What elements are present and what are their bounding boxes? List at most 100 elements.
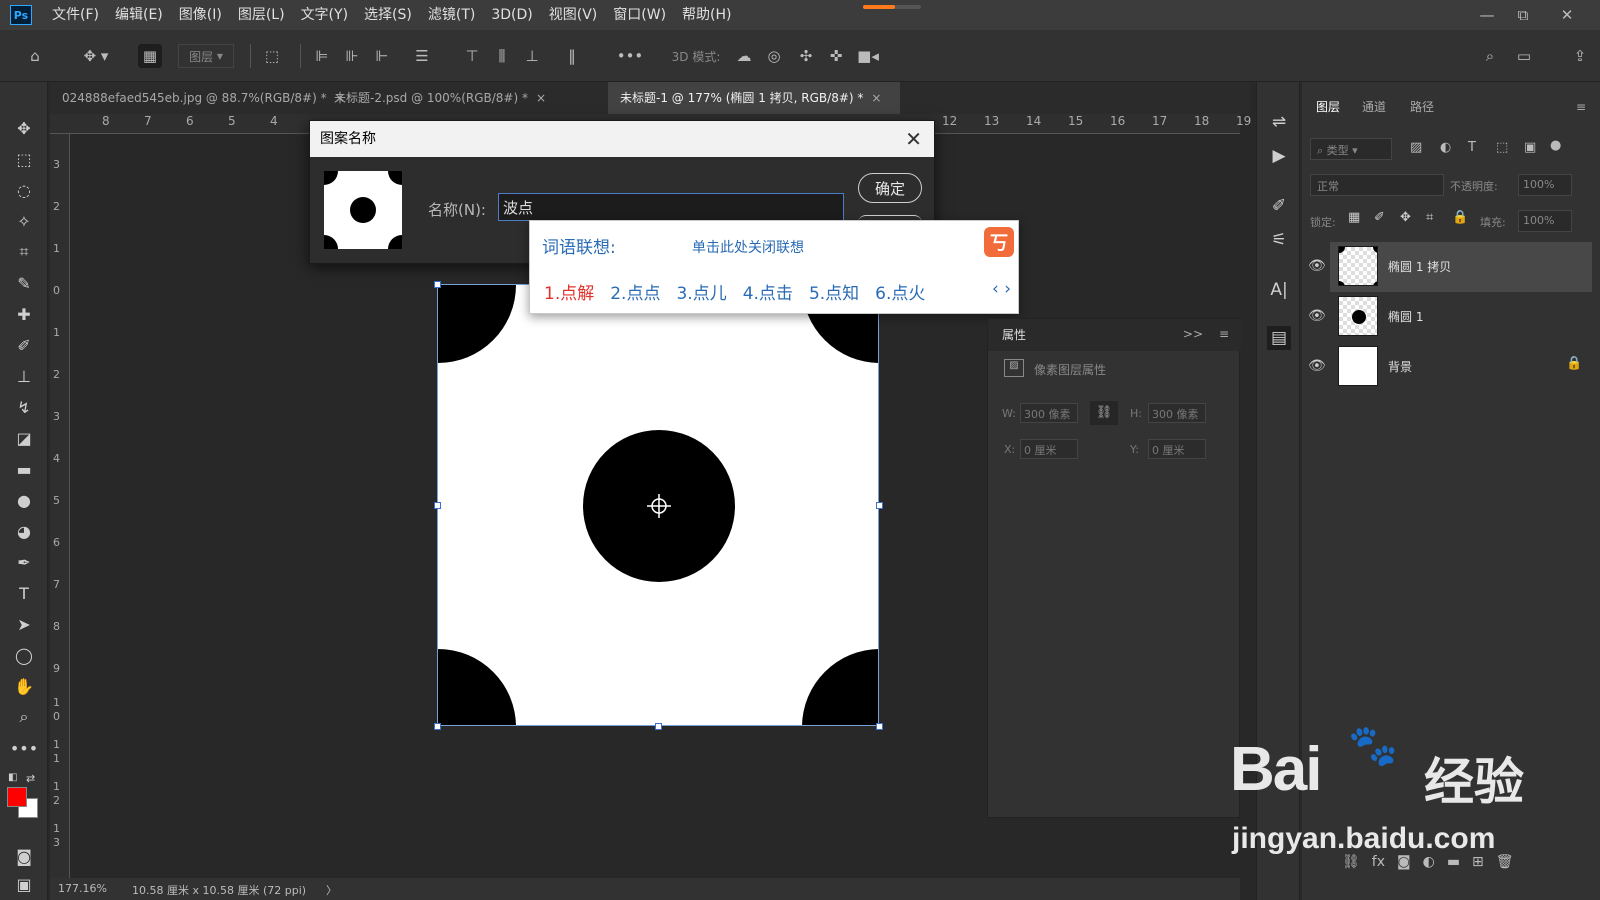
layer-row[interactable]: 👁 椭圆 1 拷贝 — [1308, 242, 1592, 292]
ime-close-link[interactable]: 单击此处关闭联想 — [692, 237, 804, 257]
align-top-icon[interactable]: ⊤ — [460, 44, 484, 68]
hand-tool-icon[interactable]: ✋ — [12, 674, 36, 698]
filter-smart-object-icon[interactable]: ▣ — [1524, 140, 1536, 155]
distribute-vertical-icon[interactable]: ‖ — [560, 44, 584, 68]
menu-layer[interactable]: 图层(L) — [230, 0, 293, 30]
close-tab-icon[interactable]: × — [871, 91, 881, 105]
lock-position-icon[interactable]: ✥ — [1400, 210, 1411, 225]
tab-document-1[interactable]: 024888efaed545eb.jpg @ 88.7%(RGB/8#) * × — [50, 82, 345, 114]
menu-image[interactable]: 图像(I) — [171, 0, 230, 30]
stamp-tool-icon[interactable]: ⊥ — [12, 364, 36, 388]
menu-type[interactable]: 文字(Y) — [293, 0, 356, 30]
menu-view[interactable]: 视图(V) — [541, 0, 606, 30]
ime-candidate[interactable]: 1.点解 — [544, 279, 594, 304]
dialog-close-icon[interactable]: ✕ — [905, 121, 922, 157]
visibility-eye-icon[interactable]: 👁 — [1308, 258, 1326, 274]
brush-tool-icon[interactable]: ✐ — [12, 333, 36, 357]
filter-pixel-icon[interactable]: ▨ — [1410, 140, 1422, 155]
transform-handle[interactable] — [655, 723, 662, 730]
tab-channels[interactable]: 通道 — [1362, 92, 1386, 122]
fill-field[interactable]: 100% — [1518, 210, 1572, 232]
status-expand-icon[interactable]: 〉 — [326, 882, 337, 898]
layer-filter-dropdown[interactable]: ⌕ 类型 ▾ — [1310, 138, 1392, 160]
minimize-button[interactable]: — — [1470, 0, 1504, 30]
y-field[interactable]: 0 厘米 — [1148, 439, 1206, 459]
more-tools-icon[interactable]: ••• — [10, 736, 38, 760]
layer-select-dropdown[interactable]: 图层 ▾ — [178, 44, 234, 68]
ime-next-icon[interactable]: › — [1004, 279, 1011, 299]
history-panel-icon[interactable]: ⇌ — [1267, 110, 1291, 134]
menu-window[interactable]: 窗口(W) — [605, 0, 674, 30]
distribute-icon[interactable]: ☰ — [410, 44, 434, 68]
menu-file[interactable]: 文件(F) — [44, 0, 107, 30]
brush-settings-icon[interactable]: ✐ — [1267, 194, 1291, 218]
default-colors-icon[interactable]: ◧ — [8, 772, 20, 784]
ellipse-tool-icon[interactable]: ◯ — [12, 643, 36, 667]
transform-handle[interactable] — [434, 723, 441, 730]
workspace-icon[interactable]: ▭ — [1512, 44, 1536, 68]
filter-type-icon[interactable]: T — [1468, 140, 1476, 155]
width-field[interactable]: 300 像素 — [1020, 403, 1078, 423]
properties-panel-icon[interactable]: ▤ — [1267, 326, 1291, 350]
adjustments-panel-icon[interactable]: ⚟ — [1267, 228, 1291, 252]
healing-brush-tool-icon[interactable]: ✚ — [12, 302, 36, 326]
tab-document-3[interactable]: 未标题-1 @ 177% (椭圆 1 拷贝, RGB/8#) * × — [608, 82, 900, 114]
layer-row[interactable]: 👁 椭圆 1 — [1308, 292, 1592, 342]
pattern-name-input[interactable] — [498, 193, 844, 221]
crop-tool-icon[interactable]: ⌗ — [12, 240, 36, 264]
ime-page-arrows[interactable]: ‹ › — [992, 279, 1011, 299]
ime-candidate[interactable]: 4.点击 — [743, 279, 793, 304]
restore-button[interactable]: ⧉ — [1506, 0, 1540, 30]
type-tool-icon[interactable]: T — [12, 581, 36, 605]
transform-controls-icon[interactable]: ⬚ — [260, 44, 284, 68]
align-middle-icon[interactable]: ⫼ — [490, 44, 514, 68]
dodge-tool-icon[interactable]: ◕ — [12, 519, 36, 543]
panel-menu-icon[interactable]: ≡ — [1219, 327, 1229, 341]
link-icon[interactable]: ⛓ — [1090, 401, 1118, 425]
marquee-tool-icon[interactable]: ⬚ — [12, 147, 36, 171]
ime-candidate[interactable]: 3.点儿 — [676, 279, 726, 304]
character-panel-icon[interactable]: A| — [1267, 278, 1291, 302]
properties-tab[interactable]: 属性 — [988, 319, 1241, 351]
align-right-icon[interactable]: ⊩ — [370, 44, 394, 68]
3d-roll-icon[interactable]: ◎ — [762, 44, 786, 68]
swap-colors-icon[interactable]: ⇄ — [26, 772, 38, 785]
eraser-tool-icon[interactable]: ◪ — [12, 426, 36, 450]
search-icon[interactable]: ⌕ — [1478, 44, 1502, 68]
auto-select-icon[interactable]: ▦ — [138, 44, 162, 68]
lasso-tool-icon[interactable]: ◌ — [12, 178, 36, 202]
layer-row[interactable]: 👁 背景 🔒 — [1308, 342, 1592, 392]
x-field[interactable]: 0 厘米 — [1020, 439, 1078, 459]
menu-filter[interactable]: 滤镜(T) — [420, 0, 483, 30]
zoom-level[interactable]: 177.16% — [58, 882, 107, 895]
ok-button[interactable]: 确定 — [858, 173, 922, 203]
3d-slide-icon[interactable]: ✜ — [824, 44, 848, 68]
filter-shape-icon[interactable]: ⬚ — [1496, 140, 1508, 155]
3d-pan-icon[interactable]: ✣ — [794, 44, 818, 68]
lock-artboard-icon[interactable]: ⌗ — [1426, 210, 1433, 225]
3d-camera-icon[interactable]: ■◂ — [856, 44, 880, 68]
actions-panel-icon[interactable]: ▶ — [1267, 144, 1291, 168]
zoom-tool-icon[interactable]: ⌕ — [12, 705, 36, 729]
menu-3d[interactable]: 3D(D) — [483, 0, 540, 30]
magic-wand-tool-icon[interactable]: ✧ — [12, 209, 36, 233]
collapse-panel-icon[interactable]: >> — [1183, 327, 1203, 341]
blur-tool-icon[interactable]: ● — [12, 488, 36, 512]
lock-pixels-icon[interactable]: ✐ — [1374, 210, 1385, 225]
ime-prev-icon[interactable]: ‹ — [992, 279, 999, 299]
3d-orbit-icon[interactable]: ☁ — [732, 44, 756, 68]
align-center-icon[interactable]: ⊪ — [340, 44, 364, 68]
home-icon[interactable]: ⌂ — [22, 44, 48, 68]
filter-adjustment-icon[interactable]: ◐ — [1440, 140, 1451, 155]
tab-document-2[interactable]: 未标题-2.psd @ 100%(RGB/8#) * × — [322, 82, 608, 114]
more-options-icon[interactable]: ••• — [617, 44, 644, 68]
tab-paths[interactable]: 路径 — [1410, 92, 1434, 122]
menu-help[interactable]: 帮助(H) — [674, 0, 739, 30]
quick-mask-icon[interactable]: ◙ — [12, 844, 36, 868]
foreground-color-swatch[interactable] — [7, 787, 27, 807]
close-window-button[interactable]: ✕ — [1550, 0, 1584, 30]
align-bottom-icon[interactable]: ⊥ — [520, 44, 544, 68]
transform-handle[interactable] — [876, 502, 883, 509]
move-tool-icon[interactable]: ✥ — [12, 116, 36, 140]
align-left-icon[interactable]: ⊫ — [310, 44, 334, 68]
